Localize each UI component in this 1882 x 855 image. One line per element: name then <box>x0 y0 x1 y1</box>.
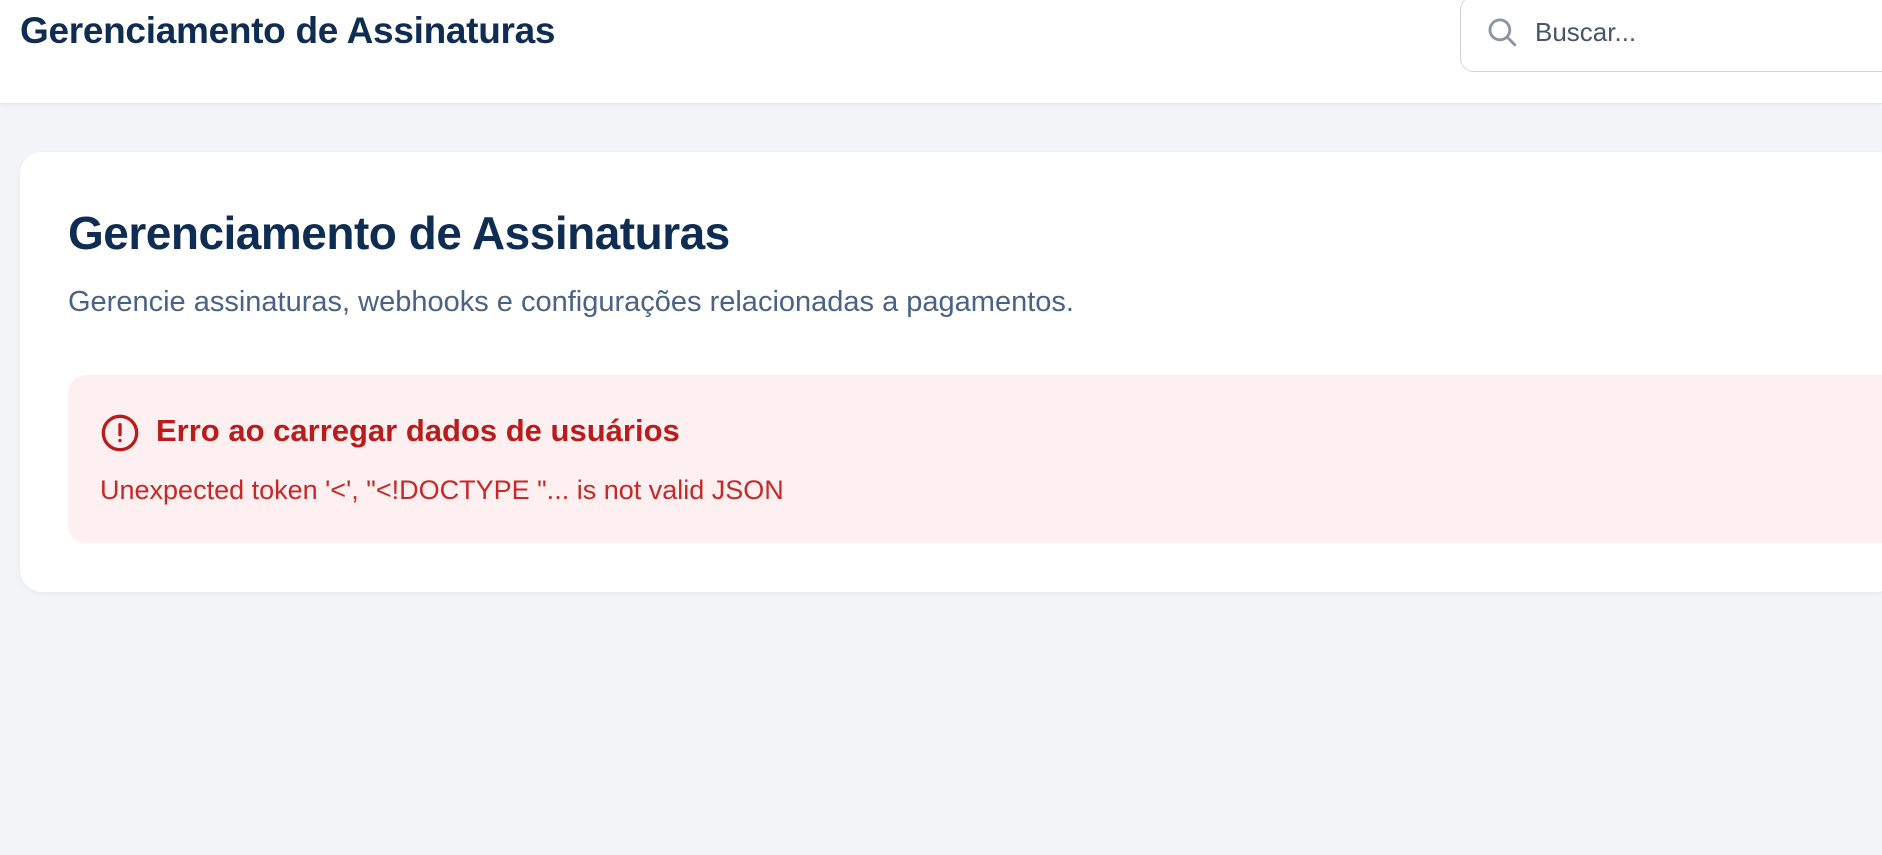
page-title: Gerenciamento de Assinaturas <box>68 207 730 259</box>
alert-circle-icon <box>100 413 140 453</box>
error-alert: Erro ao carregar dados de usuários Unexp… <box>68 375 1882 543</box>
app-title: Gerenciamento de Assinaturas <box>20 10 556 51</box>
error-title: Erro ao carregar dados de usuários <box>156 413 680 448</box>
error-message: Unexpected token '<', "<!DOCTYPE "... is… <box>100 475 784 505</box>
subscriptions-card: Gerenciamento de Assinaturas Gerencie as… <box>20 152 1882 592</box>
search-input[interactable] <box>1535 11 1875 53</box>
search-icon <box>1485 15 1519 49</box>
top-bar: Gerenciamento de Assinaturas <box>0 0 1882 104</box>
page-description: Gerencie assinaturas, webhooks e configu… <box>68 286 1074 318</box>
search-box[interactable] <box>1460 0 1882 72</box>
